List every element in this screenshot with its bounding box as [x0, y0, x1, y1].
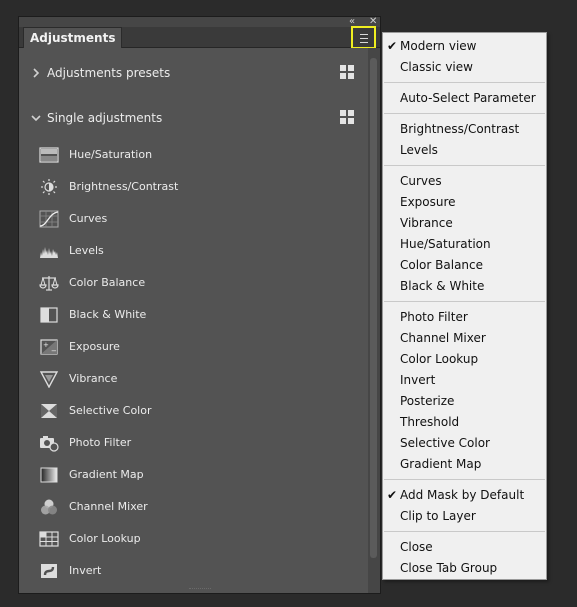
- adjustment-item-photo-filter[interactable]: Photo Filter: [39, 433, 359, 453]
- levels-icon: [39, 242, 59, 260]
- menu-item-close-tab-group[interactable]: Close Tab Group: [400, 559, 497, 577]
- brightness-contrast-icon: [39, 178, 59, 196]
- adjustment-item-channel-mixer[interactable]: Channel Mixer: [39, 497, 359, 517]
- menu-separator: [384, 301, 545, 302]
- menu-separator: [384, 82, 545, 83]
- adjustment-item-color-lookup[interactable]: Color Lookup: [39, 529, 359, 549]
- adjustment-item-curves[interactable]: Curves: [39, 209, 359, 229]
- checkmark-icon: ✔: [387, 488, 398, 502]
- menu-separator: [384, 113, 545, 114]
- adjustment-label: Color Balance: [69, 276, 146, 289]
- adjustment-label: Color Lookup: [69, 532, 141, 545]
- adjustment-label: Invert: [69, 564, 102, 577]
- channel-mixer-icon: [39, 498, 59, 516]
- grid-view-icon[interactable]: [340, 65, 354, 79]
- adjustment-label: Brightness/Contrast: [69, 180, 179, 193]
- adjustment-label: Photo Filter: [69, 436, 132, 449]
- chevron-down-icon: [31, 111, 41, 125]
- adjustment-item-selective-color[interactable]: Selective Color: [39, 401, 359, 421]
- panel-menu-button[interactable]: [351, 26, 376, 49]
- menu-item-curves[interactable]: Curves: [400, 172, 442, 190]
- adjustment-label: Exposure: [69, 340, 120, 353]
- adjustment-item-brightness-contrast[interactable]: Brightness/Contrast: [39, 177, 359, 197]
- section-label: Single adjustments: [47, 111, 163, 125]
- menu-separator: [384, 165, 545, 166]
- invert-icon: [39, 562, 59, 580]
- menu-item-auto-select-parameter[interactable]: Auto-Select Parameter: [400, 89, 536, 107]
- selective-color-icon: [39, 402, 59, 420]
- section-adjustments-presets[interactable]: Adjustments presets: [19, 64, 368, 86]
- menu-item-close[interactable]: Close: [400, 538, 433, 556]
- chevron-right-icon: [31, 66, 41, 80]
- section-label: Adjustments presets: [47, 66, 171, 80]
- vibrance-icon: [39, 370, 59, 389]
- menu-item-hue-saturation[interactable]: Hue/Saturation: [400, 235, 491, 253]
- menu-item-selective-color[interactable]: Selective Color: [400, 434, 490, 452]
- grid-view-icon[interactable]: [340, 110, 354, 124]
- menu-item-brightness-contrast[interactable]: Brightness/Contrast: [400, 120, 519, 138]
- panel-context-menu: ✔ Modern view Classic view Auto-Select P…: [382, 32, 547, 580]
- exposure-icon: + −: [39, 338, 59, 356]
- svg-text:−: −: [51, 347, 57, 355]
- adjustment-item-vibrance[interactable]: Vibrance: [39, 369, 359, 389]
- adjustment-label: Curves: [69, 212, 108, 225]
- adjustment-item-levels[interactable]: Levels: [39, 241, 359, 261]
- adjustment-label: Gradient Map: [69, 468, 144, 481]
- adjustment-item-gradient-map[interactable]: Gradient Map: [39, 465, 359, 485]
- adjustment-label: Selective Color: [69, 404, 152, 417]
- adjustment-item-invert[interactable]: Invert: [39, 561, 359, 581]
- menu-item-threshold[interactable]: Threshold: [400, 413, 459, 431]
- photo-filter-icon: [39, 434, 59, 452]
- panel-tab-bar: Adjustments: [19, 27, 380, 48]
- menu-item-gradient-map[interactable]: Gradient Map: [400, 455, 481, 473]
- menu-item-modern-view[interactable]: Modern view: [400, 37, 476, 55]
- adjustment-item-hue-saturation[interactable]: Hue/Saturation: [39, 145, 359, 165]
- color-balance-icon: [39, 274, 59, 292]
- resize-grip[interactable]: [189, 588, 211, 592]
- black-white-icon: [39, 306, 59, 324]
- menu-separator: [384, 531, 545, 532]
- panel-scrollbar[interactable]: [368, 48, 380, 593]
- section-single-adjustments[interactable]: Single adjustments: [19, 109, 368, 131]
- gradient-map-icon: [39, 466, 59, 484]
- menu-item-color-balance[interactable]: Color Balance: [400, 256, 483, 274]
- menu-item-clip-to-layer[interactable]: Clip to Layer: [400, 507, 476, 525]
- curves-icon: [39, 210, 59, 228]
- adjustment-label: Black & White: [69, 308, 147, 321]
- svg-text:+: +: [43, 341, 49, 349]
- menu-item-vibrance[interactable]: Vibrance: [400, 214, 453, 232]
- menu-item-add-mask-by-default[interactable]: Add Mask by Default: [400, 486, 524, 504]
- scrollbar-thumb[interactable]: [370, 58, 377, 558]
- adjustment-label: Hue/Saturation: [69, 148, 153, 161]
- adjustment-item-color-balance[interactable]: Color Balance: [39, 273, 359, 293]
- adjustment-item-exposure[interactable]: + − Exposure: [39, 337, 359, 357]
- menu-item-levels[interactable]: Levels: [400, 141, 438, 159]
- adjustment-label: Levels: [69, 244, 104, 257]
- hamburger-menu-icon: [360, 34, 368, 43]
- menu-separator: [384, 479, 545, 480]
- menu-item-classic-view[interactable]: Classic view: [400, 58, 473, 76]
- tab-adjustments[interactable]: Adjustments: [23, 27, 123, 48]
- adjustment-label: Channel Mixer: [69, 500, 148, 513]
- hue-saturation-icon: [39, 146, 59, 164]
- panel-body: Adjustments presets Single adjustments H…: [19, 48, 368, 593]
- menu-item-exposure[interactable]: Exposure: [400, 193, 456, 211]
- checkmark-icon: ✔: [387, 39, 398, 53]
- menu-item-color-lookup[interactable]: Color Lookup: [400, 350, 478, 368]
- menu-item-channel-mixer[interactable]: Channel Mixer: [400, 329, 486, 347]
- color-lookup-icon: [39, 530, 59, 548]
- menu-item-photo-filter[interactable]: Photo Filter: [400, 308, 468, 326]
- adjustment-item-black-white[interactable]: Black & White: [39, 305, 359, 325]
- adjustment-label: Vibrance: [69, 372, 118, 385]
- menu-item-posterize[interactable]: Posterize: [400, 392, 454, 410]
- menu-item-invert[interactable]: Invert: [400, 371, 435, 389]
- menu-item-black-white[interactable]: Black & White: [400, 277, 484, 295]
- adjustments-panel: « ✕ Adjustments Adjustments presets Sing…: [18, 16, 381, 594]
